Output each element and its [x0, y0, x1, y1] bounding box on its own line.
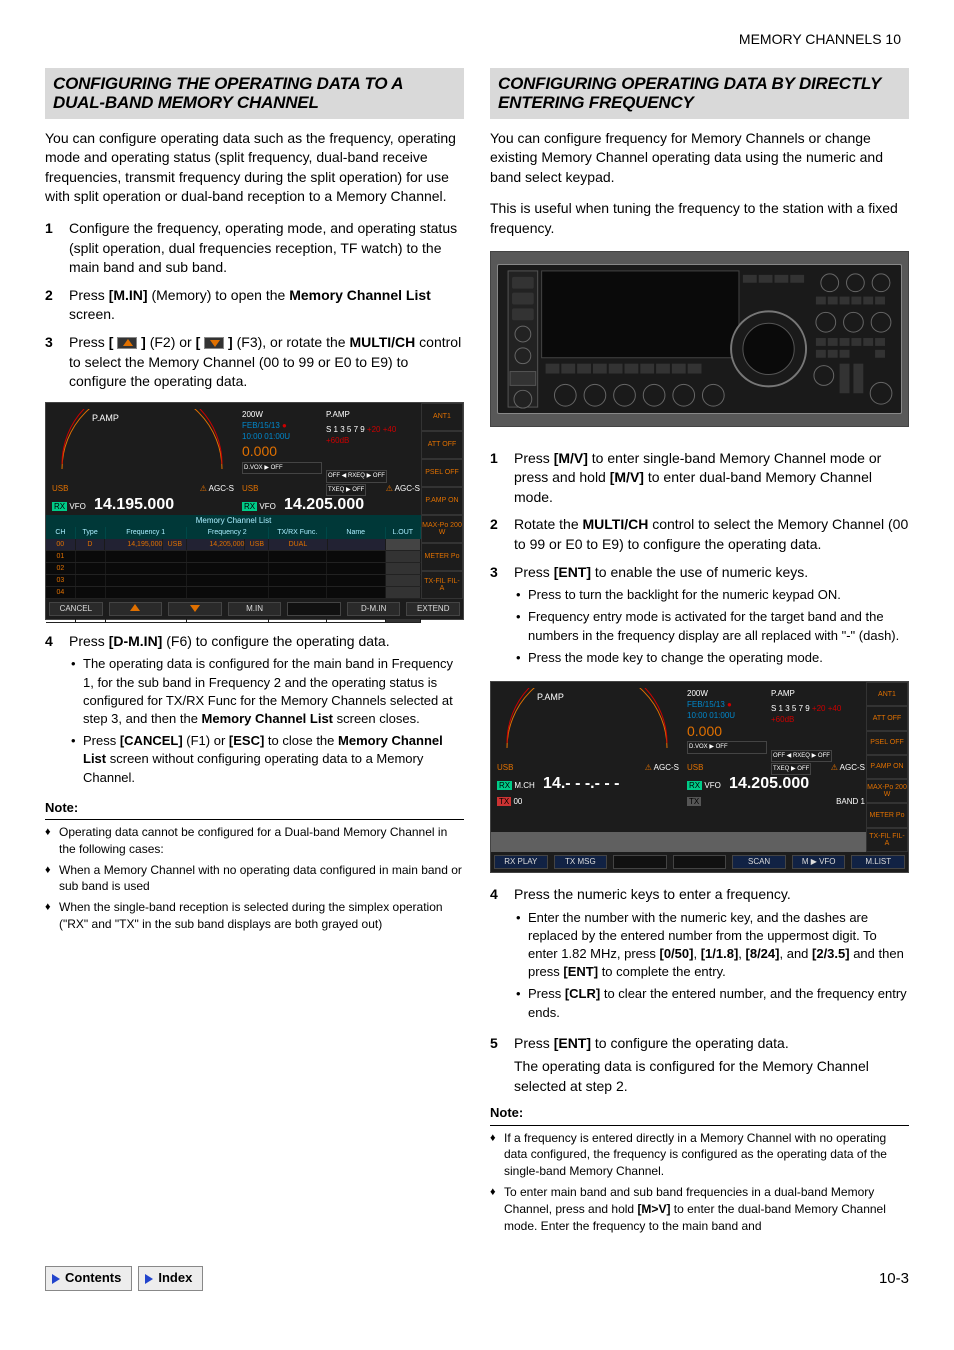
step-num-2: 2 [45, 286, 69, 325]
left-step4: Press [D-M.IN] (F6) to configure the ope… [69, 632, 464, 791]
step-num-1: 1 [45, 219, 69, 278]
right-step3: Press [ENT] to enable the use of numeric… [514, 563, 909, 671]
step-num-4: 4 [45, 632, 69, 791]
page-number: 10-3 [879, 1268, 909, 1289]
down-arrow-icon [204, 337, 224, 349]
left-note3: When the single-band reception is select… [45, 899, 464, 933]
play-icon [145, 1274, 153, 1284]
left-step3: Press [ ] (F2) or [ ] (F3), or rotate th… [69, 333, 464, 392]
left-step4-sub1: The operating data is configured for the… [69, 655, 464, 728]
left-note2: When a Memory Channel with no operating … [45, 862, 464, 896]
left-note1: Operating data cannot be configured for … [45, 824, 464, 858]
left-step1: Configure the frequency, operating mode,… [69, 219, 464, 278]
index-button[interactable]: Index [138, 1266, 203, 1290]
transceiver-figure [490, 251, 909, 427]
right-step2: Rotate the MULTI/CH control to select th… [514, 515, 909, 554]
left-section-title: CONFIGURING THE OPERATING DATA TO A DUAL… [45, 68, 464, 119]
left-column: CONFIGURING THE OPERATING DATA TO A DUAL… [45, 68, 464, 1239]
left-step2: Press [M.IN] (Memory) to open the Memory… [69, 286, 464, 325]
frequency-entry-figure: P.AMP 200W FEB/15/13 ● 10:00 01:00U 0.00… [490, 681, 909, 873]
left-intro: You can configure operating data such as… [45, 129, 464, 207]
right-note1: If a frequency is entered directly in a … [490, 1130, 909, 1180]
left-step4-sub2: Press [CANCEL] (F1) or [ESC] to close th… [69, 732, 464, 787]
page-header: MEMORY CHANNELS 10 [45, 30, 909, 50]
right-column: CONFIGURING OPERATING DATA BY DIRECTLY E… [490, 68, 909, 1239]
right-step4: Press the numeric keys to enter a freque… [514, 885, 909, 1026]
step-num-3: 3 [45, 333, 69, 392]
right-intro1: You can configure frequency for Memory C… [490, 129, 909, 188]
right-step5: Press [ENT] to configure the operating d… [514, 1034, 909, 1097]
memory-channel-list-figure: P.AMP 200W FEB/15/13 ● 10:00 01:00U 0.00… [45, 402, 464, 620]
right-note2: To enter main band and sub band frequenc… [490, 1184, 909, 1234]
right-section-title: CONFIGURING OPERATING DATA BY DIRECTLY E… [490, 68, 909, 119]
up-arrow-icon [117, 337, 137, 349]
right-intro2: This is useful when tuning the frequency… [490, 199, 909, 238]
svg-text:P.AMP: P.AMP [537, 692, 564, 702]
right-note-label: Note: [490, 1104, 909, 1125]
svg-text:P.AMP: P.AMP [92, 413, 119, 423]
play-icon [52, 1274, 60, 1284]
contents-button[interactable]: Contents [45, 1266, 132, 1290]
right-step1: Press [M/V] to enter single-band Memory … [514, 449, 909, 508]
left-note-label: Note: [45, 799, 464, 820]
